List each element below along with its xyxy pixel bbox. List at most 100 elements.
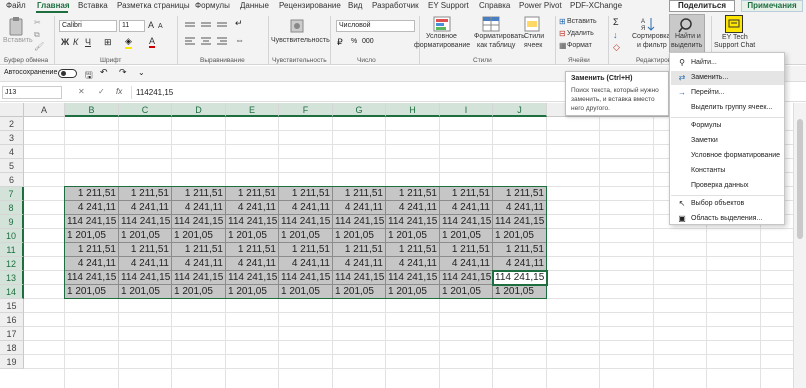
menu-item-constants[interactable]: Константы xyxy=(671,164,784,178)
table-cell[interactable]: 114 241,15 xyxy=(333,215,386,229)
menu-item-formulas[interactable]: Формулы xyxy=(671,119,784,133)
format-as-table-label-1[interactable]: Форматировать xyxy=(474,33,525,41)
table-cell[interactable]: 1 211,51 xyxy=(333,243,386,257)
menu-item-notes[interactable]: Заметки xyxy=(671,134,784,148)
menu-item-replace[interactable]: ⇄ Заменить... xyxy=(671,71,784,85)
clear-icon[interactable]: ◇ xyxy=(613,42,620,53)
table-cell[interactable]: 1 201,05 xyxy=(65,285,119,299)
autosum-icon[interactable]: Σ xyxy=(613,17,619,27)
table-cell[interactable]: 4 241,11 xyxy=(65,257,119,271)
table-cell[interactable]: 114 241,15 xyxy=(119,215,172,229)
table-cell[interactable]: 4 241,11 xyxy=(279,201,333,215)
row-header-2[interactable]: 2 xyxy=(0,117,24,131)
table-cell[interactable]: 114 241,15 xyxy=(440,271,493,285)
conditional-format-label-2[interactable]: форматирование xyxy=(414,42,470,50)
share-button[interactable]: Поделиться xyxy=(669,0,735,12)
tab-page-layout[interactable]: Разметка страницы xyxy=(117,1,190,10)
table-cell[interactable]: 1 211,51 xyxy=(386,243,440,257)
tab-view[interactable]: Вид xyxy=(348,1,362,10)
save-icon[interactable]: 🖫 xyxy=(85,68,93,84)
table-cell[interactable]: 1 201,05 xyxy=(440,285,493,299)
tab-file[interactable]: Файл xyxy=(6,1,26,10)
font-color-icon[interactable]: A xyxy=(149,36,156,48)
table-cell[interactable]: 4 241,11 xyxy=(172,257,226,271)
table-cell[interactable]: 4 241,11 xyxy=(226,201,279,215)
fill-color-icon[interactable]: ◈ xyxy=(125,36,132,49)
menu-item-select-objects[interactable]: ↖ Выбор объектов xyxy=(671,197,784,211)
autosave-toggle[interactable] xyxy=(58,69,77,78)
name-box[interactable]: J13 xyxy=(2,86,62,99)
row-header-6[interactable]: 6 xyxy=(0,173,24,187)
ey-chat-icon[interactable] xyxy=(725,15,743,33)
table-cell[interactable]: 4 241,11 xyxy=(386,201,440,215)
scroll-thumb[interactable] xyxy=(797,119,803,239)
select-all-button[interactable] xyxy=(0,103,24,117)
row-header-13[interactable]: 13 xyxy=(0,271,24,285)
merge-cells-icon[interactable]: ⇔ xyxy=(235,35,244,45)
menu-item-find[interactable]: ⚲ Найти... xyxy=(671,56,784,70)
table-cell[interactable]: 114 241,15 xyxy=(333,271,386,285)
row-header-11[interactable]: 11 xyxy=(0,243,24,257)
menu-item-selection-pane[interactable]: ▣ Область выделения... xyxy=(671,212,784,226)
sort-filter-label-1[interactable]: Сортировка xyxy=(632,33,670,41)
table-cell[interactable]: 1 201,05 xyxy=(440,229,493,243)
table-cell[interactable]: 1 201,05 xyxy=(226,229,279,243)
sort-filter-label-2[interactable]: и фильтр xyxy=(637,42,667,50)
copy-icon[interactable]: ⧉ xyxy=(34,30,40,40)
table-cell[interactable]: 1 211,51 xyxy=(440,187,493,201)
table-cell[interactable]: 1 201,05 xyxy=(226,285,279,299)
format-painter-icon[interactable]: 🖌 xyxy=(34,42,44,51)
cell-styles-label-2[interactable]: ячеек xyxy=(524,42,542,50)
menu-item-conditional-formatting[interactable]: Условное форматирование xyxy=(671,149,784,163)
table-cell[interactable]: 1 211,51 xyxy=(172,187,226,201)
customize-qat-icon[interactable]: ⌄ xyxy=(138,68,145,77)
table-cell[interactable]: 4 241,11 xyxy=(440,257,493,271)
column-header-d[interactable]: D xyxy=(172,103,226,117)
row-header-10[interactable]: 10 xyxy=(0,229,24,243)
table-cell[interactable]: 4 241,11 xyxy=(226,257,279,271)
sensitivity-button[interactable]: Чувствительность xyxy=(271,37,330,45)
delete-cells-button[interactable]: Удалить xyxy=(567,30,594,38)
table-cell[interactable]: 1 201,05 xyxy=(493,285,547,299)
column-header-j[interactable]: J xyxy=(493,103,547,117)
row-header-7[interactable]: 7 xyxy=(0,187,24,201)
formula-input[interactable]: 114241,15 xyxy=(136,88,173,97)
tab-insert[interactable]: Вставка xyxy=(78,1,108,10)
row-header-9[interactable]: 9 xyxy=(0,215,24,229)
column-header-g[interactable]: G xyxy=(333,103,386,117)
tab-home[interactable]: Главная xyxy=(37,1,70,10)
bold-button[interactable]: Ж xyxy=(61,37,69,48)
grow-font-button[interactable]: A xyxy=(148,20,154,31)
column-header-i[interactable]: I xyxy=(440,103,493,117)
menu-item-goto[interactable]: → Перейти... xyxy=(671,86,784,100)
cancel-icon[interactable]: ✕ xyxy=(78,87,85,96)
table-cell[interactable]: 114 241,15 xyxy=(279,215,333,229)
column-header-c[interactable]: C xyxy=(119,103,172,117)
table-cell[interactable]: 1 211,51 xyxy=(279,187,333,201)
active-cell[interactable]: 114 241,15 xyxy=(492,270,548,286)
table-cell[interactable]: 4 241,11 xyxy=(333,257,386,271)
tab-developer[interactable]: Разработчик xyxy=(372,1,419,10)
number-format-box[interactable]: Числовой xyxy=(336,20,415,32)
ey-chat-label-1[interactable]: EY Tech xyxy=(722,34,748,42)
ey-chat-label-2[interactable]: Support Chat xyxy=(714,42,755,50)
table-cell[interactable]: 114 241,15 xyxy=(226,215,279,229)
sensitivity-icon[interactable] xyxy=(288,17,306,35)
tab-formulas[interactable]: Формулы xyxy=(195,1,230,10)
redo-icon[interactable]: ↷ xyxy=(119,67,127,78)
insert-cells-button[interactable]: Вставить xyxy=(567,18,597,26)
italic-button[interactable]: К xyxy=(73,37,78,48)
tab-help[interactable]: Справка xyxy=(479,1,510,10)
undo-icon[interactable]: ↶ xyxy=(100,67,108,78)
table-cell[interactable]: 1 201,05 xyxy=(386,285,440,299)
row-header-15[interactable]: 15 xyxy=(0,299,24,313)
column-header-h[interactable]: H xyxy=(386,103,440,117)
table-cell[interactable]: 114 241,15 xyxy=(440,215,493,229)
table-cell[interactable]: 114 241,15 xyxy=(172,215,226,229)
table-cell[interactable]: 1 201,05 xyxy=(493,229,547,243)
table-cell[interactable]: 4 241,11 xyxy=(65,201,119,215)
row-header-14[interactable]: 14 xyxy=(0,285,24,299)
table-cell[interactable]: 1 201,05 xyxy=(386,229,440,243)
vertical-scrollbar[interactable] xyxy=(793,103,806,388)
percent-button[interactable]: % xyxy=(351,38,357,45)
